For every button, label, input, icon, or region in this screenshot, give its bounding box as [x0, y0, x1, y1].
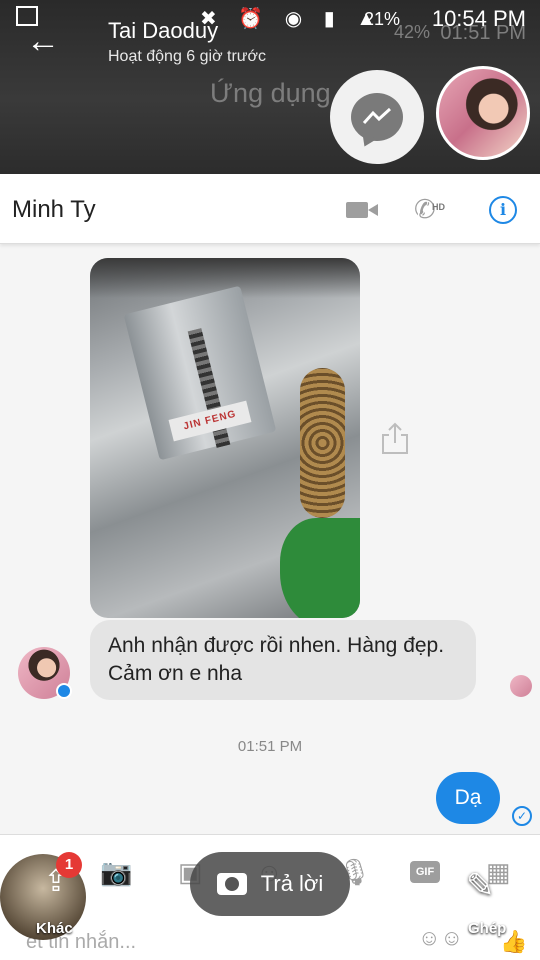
message-timestamp: 01:51 PM [237, 738, 303, 755]
pencil-icon[interactable]: ✎ [466, 866, 495, 906]
video-call-icon[interactable] [346, 202, 378, 218]
photo-message[interactable]: JIN FENG [90, 258, 360, 618]
contact-name: Tai Daoduy [108, 18, 219, 43]
chathead-avatar[interactable] [436, 66, 530, 160]
camera-icon [216, 873, 247, 895]
share-icon[interactable] [380, 421, 410, 455]
camera-icon[interactable]: 📷 [100, 857, 132, 888]
clock: 10:54 PM [431, 6, 526, 31]
reply-button[interactable]: Trả lời [190, 852, 350, 916]
info-icon[interactable]: i [489, 196, 517, 224]
combine-label: Ghép [468, 920, 507, 937]
last-active-status: Hoạt động 6 giờ trước [108, 48, 266, 65]
back-arrow-icon[interactable]: ← [26, 24, 60, 58]
photo-cloth [280, 518, 360, 618]
incoming-message[interactable]: Anh nhận được rồi nhen. Hàng đẹp. Cảm ơn… [90, 620, 476, 700]
messenger-icon [351, 93, 403, 141]
hd-icon: HD [432, 202, 445, 212]
status-bar: ✖ ⏰ ◉ ▮ ▲ 21% 10:54 PM [0, 0, 540, 34]
read-receipt-avatar [510, 675, 532, 697]
sent-check-icon: ✓ [512, 806, 532, 826]
battery-percent: 21% [363, 9, 400, 29]
photo-rust-detail [300, 368, 345, 518]
chat-title[interactable]: Minh Ty [12, 196, 96, 224]
notification-badge: 1 [56, 852, 82, 878]
messenger-badge-icon [56, 683, 72, 699]
reply-label: Trả lời [260, 871, 324, 896]
background-app-label: Ứng dụng [210, 78, 331, 108]
messenger-chathead-button[interactable] [330, 70, 424, 164]
other-label: Khác [36, 920, 73, 937]
gif-icon[interactable]: GIF [410, 861, 440, 883]
chat-header: Minh Ty ✆ HD i [0, 174, 540, 244]
emoji-icon[interactable]: ☺☺ [418, 925, 463, 951]
status-icons: ✖ ⏰ ◉ ▮ ▲ [200, 8, 385, 30]
chat-window: Minh Ty ✆ HD i JIN FENG Anh nhận được rồ… [0, 174, 540, 960]
outgoing-message[interactable]: Dạ [436, 772, 500, 824]
